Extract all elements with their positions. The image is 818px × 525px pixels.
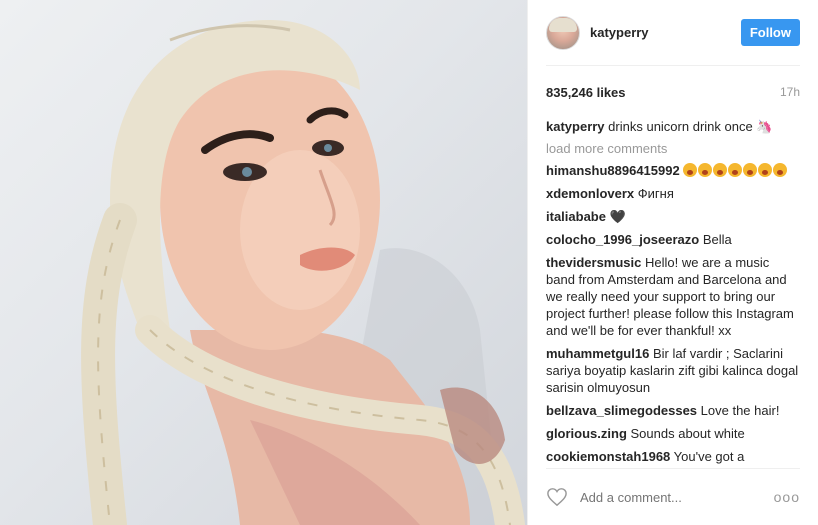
post-photo[interactable] [0, 0, 527, 525]
comment-username[interactable]: glorious.zing [546, 426, 627, 441]
comment-username[interactable]: himanshu8896415992 [546, 163, 680, 178]
follow-button[interactable]: Follow [740, 19, 800, 46]
kiss-emoji-icon [743, 163, 758, 177]
comment-footer: ooo [546, 468, 800, 525]
kiss-emoji-icon [713, 163, 728, 177]
likes-row: 835,246 likes 17h [546, 66, 800, 118]
load-more-comments-link[interactable]: load more comments [546, 141, 800, 156]
post-container: katyperry Follow 835,246 likes 17h katyp… [0, 0, 818, 525]
comment-item: himanshu8896415992 [546, 162, 800, 179]
caption-username[interactable]: katyperry [546, 119, 605, 134]
comment-text: Фигня [637, 186, 674, 201]
comment-text: Sounds about white [630, 426, 745, 441]
post-timestamp[interactable]: 17h [780, 85, 800, 99]
comment-item: bellzava_slimegodesses Love the hair! [546, 402, 800, 419]
post-author-username[interactable]: katyperry [590, 25, 741, 40]
comment-text: 🖤 [609, 209, 626, 224]
comment-username[interactable]: xdemonloverx [546, 186, 634, 201]
comment-item: cookiemonstah1968 You've got a [546, 448, 800, 465]
post-sidebar: katyperry Follow 835,246 likes 17h katyp… [527, 0, 818, 525]
more-options-icon[interactable]: ooo [774, 489, 800, 505]
kiss-emoji-icon [758, 163, 773, 177]
comment-username[interactable]: thevidersmusic [546, 255, 641, 270]
avatar[interactable] [546, 15, 580, 50]
post-header: katyperry Follow [546, 0, 800, 66]
comment-text: Love the hair! [700, 403, 780, 418]
comment-item: muhammetgul16 Bir laf vardir ; Saclarini… [546, 345, 800, 396]
comment-item: colocho_1996_joseerazo Bella [546, 231, 800, 248]
avatar-hair [549, 17, 577, 32]
comment-username[interactable]: cookiemonstah1968 [546, 449, 670, 464]
comment-username[interactable]: muhammetgul16 [546, 346, 649, 361]
comment-item: italiababe 🖤 [546, 208, 800, 225]
likes-count[interactable]: 835,246 likes [546, 85, 626, 100]
heart-outline-icon[interactable] [546, 487, 568, 507]
comment-item: xdemonloverx Фигня [546, 185, 800, 202]
comment-text: Bella [702, 232, 732, 247]
add-comment-input[interactable] [578, 488, 774, 506]
kiss-emoji-icon [773, 163, 788, 177]
kiss-emoji-icon [683, 163, 698, 177]
comments-list: katyperry drinks unicorn drink once 🦄 lo… [546, 118, 800, 478]
caption: katyperry drinks unicorn drink once 🦄 [546, 118, 800, 135]
portrait-illustration [81, 20, 525, 525]
comment-item: glorious.zing Sounds about white [546, 425, 800, 442]
comment-text: You've got a [673, 449, 745, 464]
comment-username[interactable]: bellzava_slimegodesses [546, 403, 697, 418]
kiss-emoji-icon [728, 163, 743, 177]
kiss-emoji-icon [698, 163, 713, 177]
comment-username[interactable]: colocho_1996_joseerazo [546, 232, 699, 247]
caption-text: drinks unicorn drink once 🦄 [608, 119, 773, 134]
comment-item: thevidersmusic Hello! we are a music ban… [546, 254, 800, 339]
comment-username[interactable]: italiababe [546, 209, 606, 224]
emoji-row [683, 163, 788, 178]
